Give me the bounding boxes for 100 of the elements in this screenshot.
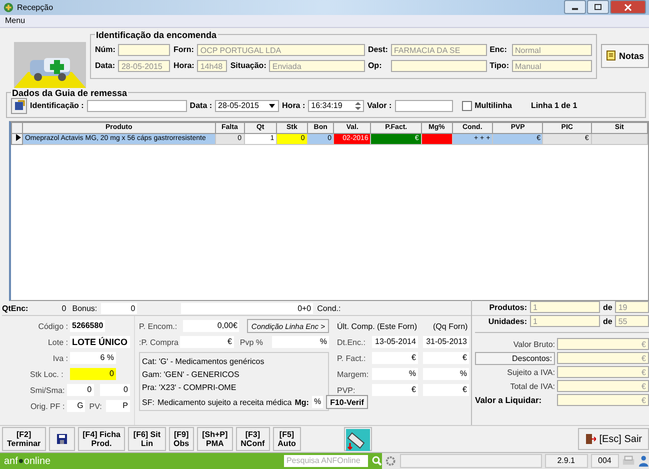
- total-field: €: [557, 352, 649, 364]
- toolbar-button[interactable]: [F2] Terminar: [2, 427, 46, 452]
- count-field: 55: [615, 315, 649, 328]
- input-field[interactable]: [86, 100, 187, 112]
- gear-icon: [385, 455, 397, 467]
- toolbar-button[interactable]: [F3] NConf: [236, 427, 270, 452]
- close-button[interactable]: [610, 0, 646, 14]
- last-value: €: [422, 384, 469, 396]
- column-header: (Qq Forn): [433, 322, 468, 331]
- save-icon: [56, 434, 67, 444]
- toolbar-button[interactable]: [F9] Obs: [168, 427, 194, 452]
- last-value: €: [372, 384, 418, 396]
- field-label: Op:: [368, 61, 383, 70]
- count-field: 1: [530, 301, 600, 314]
- exit-button[interactable]: [Esc] Sair: [578, 428, 649, 450]
- time-field[interactable]: 16:34:19: [308, 100, 364, 112]
- last-value: 31-05-2013: [422, 336, 469, 348]
- field-label: Dt.Enc.:: [337, 338, 366, 347]
- field-label: Valor Bruto:: [512, 340, 555, 349]
- toolbar-button[interactable]: [Sh+P] PMA: [197, 427, 233, 452]
- checkbox[interactable]: [462, 100, 472, 111]
- last-value: €: [422, 352, 469, 364]
- field-label: Valor a Liquidar:: [475, 395, 543, 406]
- toolbar-button[interactable]: [F4] Ficha Prod.: [78, 427, 126, 452]
- field-label: Iva :: [52, 354, 68, 363]
- field-label: de: [603, 302, 612, 312]
- maximize-icon: [594, 4, 602, 10]
- code-value: 5266580: [70, 320, 106, 332]
- total-field: €: [557, 394, 649, 406]
- last-value: %: [372, 368, 418, 380]
- field-label: Identificação :: [30, 101, 84, 110]
- save-button[interactable]: [48, 427, 75, 452]
- field-label: Dest:: [368, 45, 388, 54]
- person-icon: [638, 455, 649, 467]
- input-field[interactable]: [394, 100, 453, 112]
- notes-button[interactable]: Notas: [600, 44, 649, 68]
- toolbar-button[interactable]: [F6] Sit Lin: [128, 427, 166, 452]
- toolbar-button[interactable]: [F5] Auto: [272, 427, 301, 452]
- vat-value: 6 %: [70, 352, 116, 364]
- field-label: Data :: [190, 101, 212, 110]
- field-label: Smi/Sma:: [30, 386, 65, 395]
- field-label: Núm:: [95, 45, 116, 54]
- field-label: Mg:: [294, 396, 309, 409]
- field-label: de: [603, 316, 612, 326]
- minimize-button[interactable]: [564, 0, 586, 14]
- window-title: Recepção: [17, 2, 54, 12]
- field-label: Produtos:: [488, 302, 527, 312]
- sum-value: 0+0: [181, 302, 314, 314]
- field-label: SF:: [142, 396, 154, 409]
- field-label: P. Encom.:: [139, 322, 178, 331]
- discounts-button[interactable]: Descontos:: [475, 352, 555, 365]
- last-value: 13-05-2014: [372, 336, 418, 348]
- total-field: €: [557, 366, 649, 378]
- lot-value: LOTE ÚNICO: [70, 336, 130, 348]
- min-stock-value: 0: [66, 384, 94, 396]
- field-label: Lote :: [46, 338, 68, 347]
- purchase-price-value: €: [180, 336, 234, 348]
- maximize-button[interactable]: [587, 0, 609, 14]
- date-field[interactable]: 28-05-2015: [215, 100, 280, 112]
- order-price-value: 0,00€: [182, 320, 240, 332]
- field-label: :P. Compra: [139, 338, 178, 347]
- count-field: 1: [530, 315, 600, 328]
- last-value: %: [422, 368, 469, 380]
- field-label: Pvp %: [240, 338, 264, 347]
- field-label: Orig. PF :: [30, 402, 65, 411]
- max-stock-value: 0: [100, 384, 130, 396]
- field-label: Enc:: [490, 45, 508, 54]
- door-icon: [585, 433, 596, 446]
- checkbox-label: Multilinha: [474, 101, 512, 110]
- verify-button[interactable]: F10-Verif: [326, 395, 368, 410]
- edit-button[interactable]: [11, 98, 27, 114]
- input-field[interactable]: [390, 60, 487, 72]
- spinner-icon: [355, 100, 362, 111]
- field-label: Hora :: [282, 101, 306, 110]
- dropdown-icon: [268, 102, 276, 110]
- edit-icon: [14, 100, 24, 112]
- version-text: 2.9.1: [544, 454, 588, 468]
- field-label: PV:: [89, 402, 102, 411]
- device-button[interactable]: [344, 427, 372, 452]
- count-field: 19: [615, 301, 649, 314]
- last-value: €: [372, 352, 418, 364]
- qtenc-value: 0: [60, 302, 68, 314]
- field-label: Valor :: [367, 101, 392, 110]
- origin-value: G: [66, 400, 86, 412]
- ambulance-icon: [14, 42, 86, 88]
- field-label: Situação:: [230, 61, 266, 70]
- line-counter: Linha 1 de 1: [530, 101, 578, 110]
- note-icon: [606, 50, 617, 62]
- field-label: Forn:: [173, 45, 194, 54]
- margin-value: %: [312, 396, 324, 408]
- row-indicator[interactable]: [12, 133, 22, 144]
- menu-item[interactable]: Menu: [5, 16, 26, 26]
- total-field: €: [557, 338, 649, 350]
- field-label: P. Fact.:: [337, 354, 367, 363]
- field-label: PVP:: [337, 386, 356, 395]
- search-icon: [372, 456, 382, 466]
- field-label: Data:: [95, 61, 116, 70]
- pvp-percent-value: %: [272, 336, 329, 348]
- field-label: Código :: [37, 322, 68, 331]
- input-field[interactable]: [118, 44, 170, 56]
